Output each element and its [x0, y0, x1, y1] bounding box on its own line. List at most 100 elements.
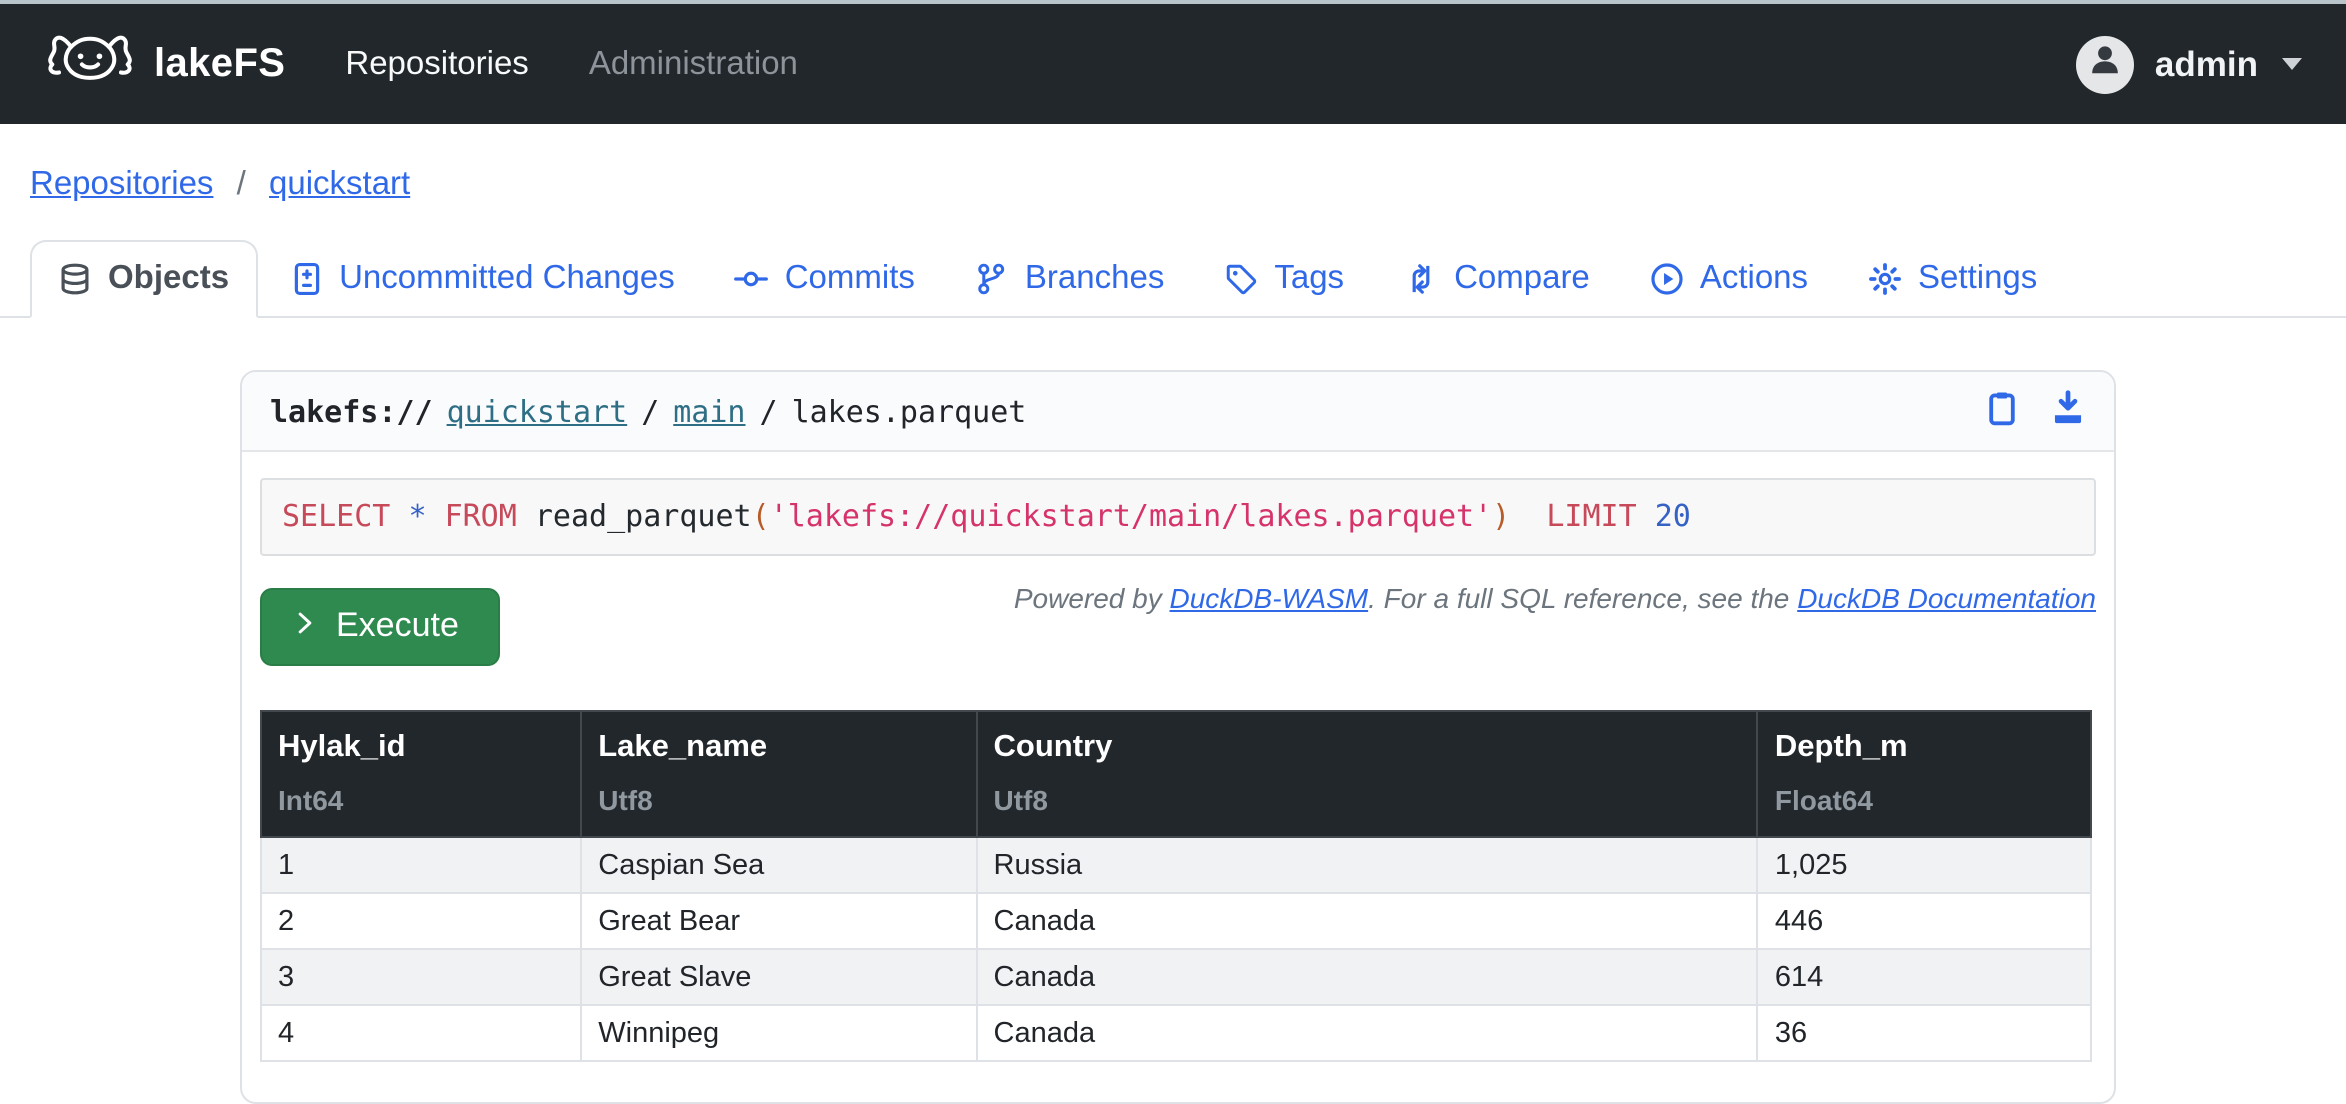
breadcrumb-repositories-link[interactable]: Repositories [30, 166, 213, 202]
gear-icon [1868, 262, 1902, 296]
play-circle-icon [1650, 262, 1684, 296]
tab-tags[interactable]: Tags [1196, 240, 1372, 318]
nav-links: Repositories Administration [345, 45, 798, 83]
sql-token [427, 498, 445, 534]
column-name: Country [994, 730, 1741, 766]
path-file: lakes.parquet [792, 393, 1027, 429]
sql-editor[interactable]: SELECT * FROM read_parquet('lakefs://qui… [260, 478, 2096, 556]
column-name: Depth_m [1775, 730, 2074, 766]
table-cell: Caspian Sea [581, 837, 976, 893]
tab-actions[interactable]: Actions [1622, 240, 1836, 318]
table-cell: Russia [977, 837, 1758, 893]
sql-token: FROM [445, 498, 517, 534]
file-diff-icon [289, 262, 323, 296]
column-name: Lake_name [598, 730, 959, 766]
table-cell: 614 [1758, 949, 2091, 1005]
tab-label: Uncommitted Changes [339, 260, 675, 298]
chevron-right-icon [292, 606, 318, 646]
table-row: 3Great SlaveCanada614 [261, 949, 2091, 1005]
duckdb-docs-link[interactable]: DuckDB Documentation [1797, 582, 2096, 614]
tab-commits[interactable]: Commits [707, 240, 943, 318]
table-cell: 36 [1758, 1005, 2091, 1061]
lakefs-home-link[interactable]: lakeFS [44, 28, 285, 100]
sql-token [1637, 498, 1655, 534]
table-body: 1Caspian SeaRussia1,0252Great BearCanada… [261, 837, 2091, 1061]
duckdb-wasm-link[interactable]: DuckDB-WASM [1170, 582, 1369, 614]
copy-icon [1984, 390, 2020, 432]
sql-token: 20 [1655, 498, 1691, 534]
object-actions [1984, 390, 2086, 432]
tab-label: Tags [1274, 260, 1344, 298]
column-header-hylak-id: Hylak_id Int64 [261, 711, 581, 837]
tag-icon [1224, 262, 1258, 296]
user-menu[interactable]: admin [2077, 35, 2302, 93]
lakefs-app: lakeFS RepositoriesAdministration admin … [0, 0, 2346, 1006]
nav-link-administration[interactable]: Administration [589, 45, 798, 83]
sql-token [390, 498, 408, 534]
sql-token: ) [1492, 498, 1510, 534]
helper-prefix: Powered by [1014, 582, 1170, 614]
execute-row: Execute Powered by DuckDB-WASM. For a fu… [260, 556, 2096, 666]
path-separator: / [641, 393, 659, 429]
column-type: Int64 [278, 784, 564, 816]
table-cell: Canada [977, 949, 1758, 1005]
column-type: Utf8 [994, 784, 1741, 816]
tab-branches[interactable]: Branches [947, 240, 1192, 318]
column-type: Float64 [1775, 784, 2074, 816]
table-cell: Canada [977, 893, 1758, 949]
path-repo-link[interactable]: quickstart [447, 393, 628, 429]
sql-token: SELECT [282, 498, 390, 534]
branch-icon [975, 262, 1009, 296]
compare-icon [1404, 262, 1438, 296]
table-cell: Great Bear [581, 893, 976, 949]
table-row: 2Great BearCanada446 [261, 893, 2091, 949]
table-cell: Winnipeg [581, 1005, 976, 1061]
breadcrumb: Repositories / quickstart [0, 124, 2346, 230]
column-header-lake-name: Lake_name Utf8 [581, 711, 976, 837]
user-name: admin [2155, 43, 2258, 85]
sql-token: * [408, 498, 426, 534]
tab-settings[interactable]: Settings [1840, 240, 2065, 318]
sql-token: 'lakefs://quickstart/main/lakes.parquet' [770, 498, 1492, 534]
tab-compare[interactable]: Compare [1376, 240, 1618, 318]
copy-button[interactable] [1984, 390, 2020, 432]
download-button[interactable] [2050, 390, 2086, 432]
duckdb-helper-text: Powered by DuckDB-WASM. For a full SQL r… [1014, 582, 2096, 614]
breadcrumb-repo-link[interactable]: quickstart [269, 166, 410, 202]
top-navbar: lakeFS Repositories Administration admin [0, 4, 2346, 124]
execute-button[interactable]: Execute [260, 588, 501, 666]
commit-icon [735, 262, 769, 296]
table-cell: 1,025 [1758, 837, 2091, 893]
table-cell: 2 [261, 893, 581, 949]
person-icon [2087, 40, 2125, 88]
nav-link-repositories[interactable]: Repositories [345, 45, 528, 83]
tab-label: Branches [1025, 260, 1164, 298]
column-type: Utf8 [598, 784, 959, 816]
path-scheme: lakefs:// [270, 393, 433, 429]
object-viewer-body: SELECT * FROM read_parquet('lakefs://qui… [242, 452, 2114, 1102]
object-viewer-card: lakefs://quickstart/main/lakes.parquet S… [240, 370, 2116, 1104]
table-head: Hylak_id Int64 Lake_name Utf8 Country Utf8 Dep… [261, 711, 2091, 837]
path-ref-link[interactable]: main [673, 393, 745, 429]
download-icon [2050, 390, 2086, 432]
column-header-depth-m: Depth_m Float64 [1758, 711, 2091, 837]
tab-label: Objects [108, 260, 229, 298]
execute-label: Execute [336, 606, 459, 646]
breadcrumb-separator: / [237, 166, 246, 202]
column-header-country: Country Utf8 [977, 711, 1758, 837]
column-name: Hylak_id [278, 730, 564, 766]
tab-label: Settings [1918, 260, 2037, 298]
object-path: lakefs://quickstart/main/lakes.parquet [270, 393, 1026, 429]
table-cell: 3 [261, 949, 581, 1005]
table-header-row: Hylak_id Int64 Lake_name Utf8 Country Utf8 Dep… [261, 711, 2091, 837]
axolotl-logo-icon [44, 28, 136, 100]
table-cell: Canada [977, 1005, 1758, 1061]
table-cell: 4 [261, 1005, 581, 1061]
table-cell: Great Slave [581, 949, 976, 1005]
table-row: 4WinnipegCanada36 [261, 1005, 2091, 1061]
results-table: Hylak_id Int64 Lake_name Utf8 Country Utf8 Dep… [260, 710, 2092, 1062]
table-row: 1Caspian SeaRussia1,025 [261, 837, 2091, 893]
tab-uncommitted-changes[interactable]: Uncommitted Changes [261, 240, 703, 318]
tab-objects[interactable]: Objects [30, 240, 257, 318]
avatar [2077, 35, 2135, 93]
